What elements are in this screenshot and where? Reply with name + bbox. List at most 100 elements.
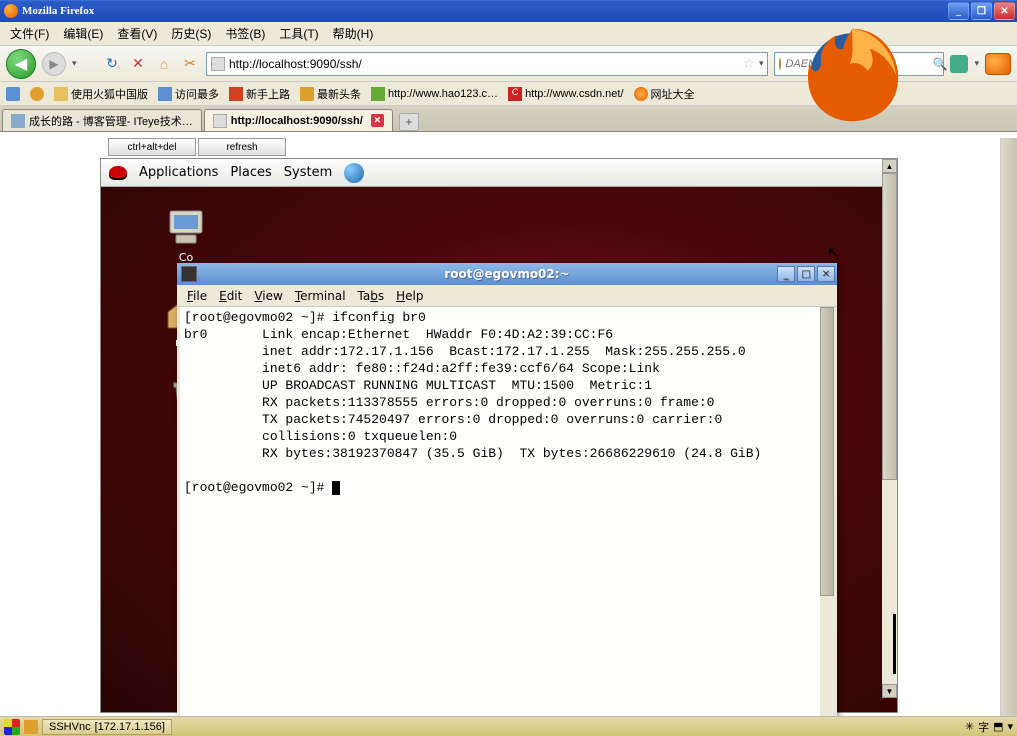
start-button[interactable] bbox=[4, 719, 20, 735]
gnome-browser-icon[interactable] bbox=[344, 163, 364, 183]
scroll-down-button[interactable]: ▼ bbox=[882, 684, 897, 698]
gnome-places-menu[interactable]: Places bbox=[230, 165, 271, 180]
terminal-titlebar[interactable]: root@egovmo02:~ _ □ ✕ bbox=[177, 263, 837, 285]
url-input[interactable] bbox=[229, 57, 738, 71]
back-button[interactable]: ◀ bbox=[6, 49, 36, 79]
firefox-menubar: 文件(F) 编辑(E) 查看(V) 历史(S) 书签(B) 工具(T) 帮助(H… bbox=[0, 22, 1017, 46]
menu-edit[interactable]: 编辑(E) bbox=[59, 23, 107, 44]
addon-button[interactable] bbox=[950, 55, 968, 73]
firefox-throbber-icon bbox=[985, 53, 1011, 75]
tab-favicon bbox=[11, 114, 25, 128]
terminal-minimize-button[interactable]: _ bbox=[777, 266, 795, 282]
system-tray: ✳ 字 ⬒ ▾ bbox=[965, 719, 1013, 735]
tab-close-button[interactable]: ✕ bbox=[371, 114, 384, 127]
bookmark-item[interactable]: 网址大全 bbox=[634, 86, 695, 102]
cut-icon[interactable]: ✂ bbox=[180, 54, 200, 74]
windows-taskbar: SSHVnc [172.17.1.156] ✳ 字 ⬒ ▾ bbox=[0, 716, 1017, 736]
page-content: ctrl+alt+del refresh ▲ ▼ Applications Pl… bbox=[0, 138, 1017, 716]
home-button[interactable]: ⌂ bbox=[154, 54, 174, 74]
history-dropdown[interactable]: ▾ bbox=[72, 58, 84, 69]
terminal-menu-view[interactable]: View bbox=[250, 289, 286, 303]
nav-toolbar: ◀ ▶ ▾ ↻ ✕ ⌂ ✂ ☆ ▾ 🔍 ▾ bbox=[0, 46, 1017, 82]
remote-desktop[interactable]: ▲ ▼ Applications Places System Co root bbox=[100, 158, 898, 713]
url-dropdown[interactable]: ▾ bbox=[759, 58, 764, 69]
page-identity-icon bbox=[211, 57, 225, 71]
terminal-body[interactable]: [root@egovmo02 ~]# ifconfig br0 br0 Link… bbox=[180, 307, 834, 716]
terminal-menu-terminal[interactable]: Terminal bbox=[291, 289, 350, 303]
desktop-icon-computer[interactable]: Co bbox=[151, 207, 221, 264]
bookmarks-toolbar: 使用火狐中国版 访问最多 新手上路 最新头条 http://www.hao123… bbox=[0, 82, 1017, 106]
terminal-scrollbar[interactable] bbox=[820, 307, 834, 716]
redhat-icon[interactable] bbox=[109, 166, 127, 180]
bookmark-icon[interactable] bbox=[6, 87, 20, 101]
addon-dropdown[interactable]: ▾ bbox=[974, 58, 979, 69]
terminal-window[interactable]: root@egovmo02:~ _ □ ✕ File Edit View Ter… bbox=[177, 263, 837, 716]
tab-label: 成长的路 - 博客管理- ITeye技术… bbox=[29, 113, 193, 129]
new-tab-button[interactable]: + bbox=[399, 113, 419, 131]
bookmark-item[interactable]: http://www.hao123.c… bbox=[371, 87, 498, 101]
firefox-icon bbox=[4, 4, 18, 18]
reload-button[interactable]: ↻ bbox=[102, 54, 122, 74]
forward-button[interactable]: ▶ bbox=[42, 52, 66, 76]
terminal-menu-tabs[interactable]: Tabs bbox=[354, 289, 389, 303]
address-bar[interactable]: ☆ ▾ bbox=[206, 52, 768, 76]
refresh-button[interactable]: refresh bbox=[198, 138, 286, 156]
menu-file[interactable]: 文件(F) bbox=[6, 23, 53, 44]
tab-favicon bbox=[213, 114, 227, 128]
taskbar-item[interactable]: SSHVnc [172.17.1.156] bbox=[42, 719, 172, 735]
tab-active[interactable]: http://localhost:9090/ssh/ ✕ bbox=[204, 109, 393, 131]
terminal-title: root@egovmo02:~ bbox=[444, 267, 569, 281]
tray-icon[interactable]: ⬒ bbox=[993, 720, 1003, 733]
window-titlebar: Mozilla Firefox _ ❐ ✕ bbox=[0, 0, 1017, 22]
bookmark-item[interactable]: 使用火狐中国版 bbox=[54, 86, 148, 102]
gnome-panel: Applications Places System bbox=[101, 159, 882, 187]
bookmark-item[interactable]: 最新头条 bbox=[300, 86, 361, 102]
gnome-system-menu[interactable]: System bbox=[284, 165, 332, 180]
terminal-icon bbox=[181, 266, 197, 282]
tray-icon[interactable]: 字 bbox=[978, 719, 989, 735]
terminal-cursor bbox=[332, 481, 340, 495]
vnc-toolbar: ctrl+alt+del refresh bbox=[108, 138, 288, 158]
terminal-menu-file[interactable]: File bbox=[183, 289, 211, 303]
menu-tools[interactable]: 工具(T) bbox=[275, 23, 322, 44]
tray-icon[interactable]: ▾ bbox=[1007, 720, 1013, 733]
bookmark-item[interactable]: 访问最多 bbox=[158, 86, 219, 102]
terminal-maximize-button[interactable]: □ bbox=[797, 266, 815, 282]
window-minimize-button[interactable]: _ bbox=[948, 2, 969, 20]
window-maximize-button[interactable]: ❐ bbox=[971, 2, 992, 20]
menu-history[interactable]: 历史(S) bbox=[167, 23, 215, 44]
terminal-menu-edit[interactable]: Edit bbox=[215, 289, 246, 303]
tab[interactable]: 成长的路 - 博客管理- ITeye技术… bbox=[2, 109, 202, 131]
search-box[interactable]: 🔍 bbox=[774, 52, 944, 76]
ctrl-alt-del-button[interactable]: ctrl+alt+del bbox=[108, 138, 196, 156]
tab-bar: 成长的路 - 博客管理- ITeye技术… http://localhost:9… bbox=[0, 106, 1017, 132]
search-input[interactable] bbox=[785, 58, 928, 70]
tab-label: http://localhost:9090/ssh/ bbox=[231, 115, 363, 127]
remote-desktop-background[interactable]: Co root root@egovmo02:~ _ □ ✕ bbox=[101, 187, 882, 712]
menu-help[interactable]: 帮助(H) bbox=[329, 23, 378, 44]
stop-button[interactable]: ✕ bbox=[128, 54, 148, 74]
gnome-applications-menu[interactable]: Applications bbox=[139, 165, 218, 180]
terminal-output: [root@egovmo02 ~]# ifconfig br0 br0 Link… bbox=[184, 310, 761, 495]
scroll-thumb[interactable] bbox=[882, 173, 897, 480]
search-go-icon[interactable]: 🔍 bbox=[932, 57, 947, 71]
remote-edge bbox=[893, 614, 896, 674]
terminal-menubar: File Edit View Terminal Tabs Help bbox=[177, 285, 837, 307]
window-close-button[interactable]: ✕ bbox=[994, 2, 1015, 20]
task-ip: [172.17.1.156] bbox=[95, 721, 165, 733]
bookmark-icon[interactable] bbox=[30, 87, 44, 101]
quicklaunch-icon[interactable] bbox=[24, 720, 38, 734]
bookmark-star-icon[interactable]: ☆ bbox=[742, 55, 755, 72]
menu-view[interactable]: 查看(V) bbox=[113, 23, 161, 44]
terminal-menu-help[interactable]: Help bbox=[392, 289, 427, 303]
search-engine-icon[interactable] bbox=[779, 58, 781, 70]
bookmark-item[interactable]: 新手上路 bbox=[229, 86, 290, 102]
bookmark-item[interactable]: Chttp://www.csdn.net/ bbox=[508, 87, 623, 101]
task-label: SSHVnc bbox=[49, 721, 91, 733]
terminal-close-button[interactable]: ✕ bbox=[817, 266, 835, 282]
menu-bookmarks[interactable]: 书签(B) bbox=[221, 23, 269, 44]
scroll-up-button[interactable]: ▲ bbox=[882, 159, 897, 173]
tray-icon[interactable]: ✳ bbox=[965, 720, 974, 733]
window-title: Mozilla Firefox bbox=[22, 5, 94, 17]
page-scrollbar[interactable] bbox=[1000, 138, 1017, 716]
